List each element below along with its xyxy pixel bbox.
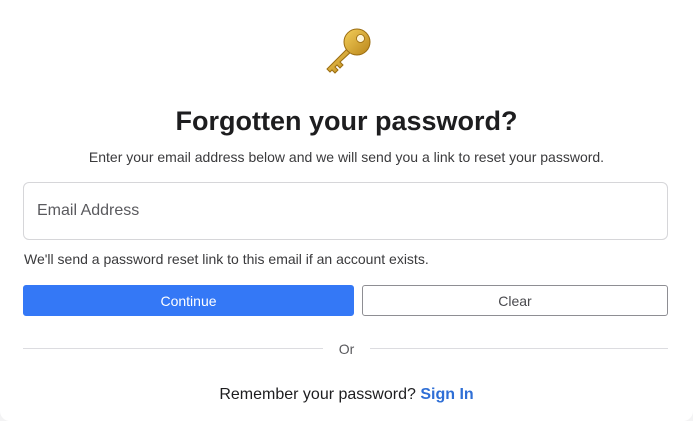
clear-button[interactable]: Clear <box>362 285 668 316</box>
key-icon <box>326 28 371 74</box>
email-hint: We'll send a password reset link to this… <box>24 251 429 267</box>
divider-left <box>23 348 323 349</box>
divider-label: Or <box>338 341 355 357</box>
page-title: Forgotten your password? <box>175 106 518 136</box>
signin-prompt-text: Remember your password? <box>219 386 416 403</box>
reset-password-card: Forgotten your password? Enter your emai… <box>0 0 693 421</box>
continue-button[interactable]: Continue <box>23 285 354 316</box>
signin-prompt: Remember your password? Sign In <box>0 385 693 405</box>
email-field[interactable] <box>23 182 668 240</box>
signin-link[interactable]: Sign In <box>420 386 473 403</box>
page-subtitle: Enter your email address below and we wi… <box>88 149 605 165</box>
divider-right <box>370 348 668 349</box>
